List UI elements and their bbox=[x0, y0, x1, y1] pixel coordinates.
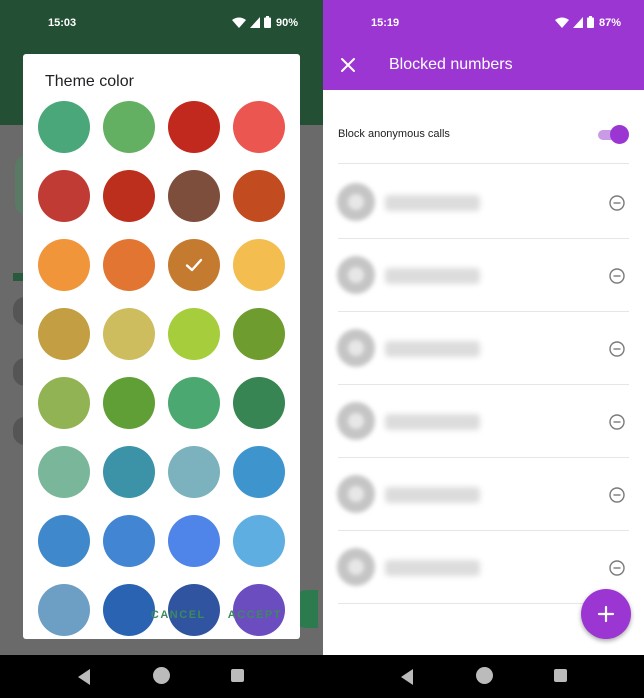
blocked-number-text bbox=[385, 414, 480, 430]
color-swatch[interactable] bbox=[103, 584, 155, 636]
blocked-number-row[interactable] bbox=[323, 457, 644, 530]
wifi-icon bbox=[555, 17, 569, 28]
color-swatch[interactable] bbox=[38, 308, 90, 360]
avatar bbox=[337, 256, 375, 294]
remove-icon[interactable] bbox=[609, 487, 625, 503]
color-swatch[interactable] bbox=[168, 308, 220, 360]
color-swatch[interactable] bbox=[168, 101, 220, 153]
color-swatch[interactable] bbox=[103, 239, 155, 291]
blocked-number-row[interactable] bbox=[323, 311, 644, 384]
status-time: 15:19 bbox=[371, 17, 400, 29]
color-swatch[interactable] bbox=[168, 515, 220, 567]
status-bar: 15:03 90% bbox=[0, 0, 323, 46]
color-swatch[interactable] bbox=[38, 170, 90, 222]
blocked-number-text bbox=[385, 195, 480, 211]
toolbar: 15:19 87% Blocked numbers bbox=[323, 0, 644, 90]
page-title: Blocked numbers bbox=[389, 56, 513, 73]
color-swatch[interactable] bbox=[168, 239, 220, 291]
back-icon[interactable] bbox=[78, 669, 90, 685]
navigation-bar bbox=[323, 655, 644, 698]
recents-icon[interactable] bbox=[231, 669, 244, 682]
color-swatch[interactable] bbox=[168, 446, 220, 498]
blocked-number-text bbox=[385, 560, 480, 576]
blocked-number-row[interactable] bbox=[323, 384, 644, 457]
toggle-thumb bbox=[610, 125, 629, 144]
bg-label bbox=[13, 273, 23, 281]
battery-percent: 90% bbox=[276, 17, 299, 29]
remove-icon[interactable] bbox=[609, 560, 625, 576]
dialog-title: Theme color bbox=[45, 73, 134, 90]
color-swatch[interactable] bbox=[103, 170, 155, 222]
back-icon[interactable] bbox=[401, 669, 413, 685]
color-swatch-grid bbox=[38, 101, 288, 639]
battery-icon bbox=[587, 16, 594, 28]
color-swatch[interactable] bbox=[168, 170, 220, 222]
dialog-actions: CANCEL ACCEPT bbox=[151, 609, 282, 621]
blocked-number-text bbox=[385, 268, 480, 284]
wifi-icon bbox=[232, 17, 246, 28]
color-swatch[interactable] bbox=[38, 239, 90, 291]
color-swatch[interactable] bbox=[168, 377, 220, 429]
color-swatch[interactable] bbox=[38, 101, 90, 153]
avatar bbox=[337, 183, 375, 221]
block-anonymous-label: Block anonymous calls bbox=[338, 128, 450, 140]
status-icons bbox=[555, 16, 594, 28]
remove-icon[interactable] bbox=[609, 268, 625, 284]
color-swatch[interactable] bbox=[233, 101, 285, 153]
color-swatch[interactable] bbox=[233, 515, 285, 567]
blocked-number-row[interactable] bbox=[323, 165, 644, 238]
color-swatch[interactable] bbox=[233, 308, 285, 360]
blocked-number-text bbox=[385, 487, 480, 503]
color-swatch[interactable] bbox=[38, 584, 90, 636]
navigation-bar bbox=[0, 655, 323, 698]
status-icons bbox=[232, 16, 271, 28]
color-swatch[interactable] bbox=[38, 515, 90, 567]
check-icon bbox=[185, 258, 203, 272]
status-bar: 15:19 87% bbox=[323, 0, 644, 46]
avatar bbox=[337, 329, 375, 367]
avatar bbox=[337, 402, 375, 440]
signal-icon bbox=[250, 16, 260, 28]
color-swatch[interactable] bbox=[233, 239, 285, 291]
home-icon[interactable] bbox=[476, 667, 493, 684]
battery-icon bbox=[264, 16, 271, 28]
plus-icon bbox=[597, 605, 615, 623]
color-swatch[interactable] bbox=[38, 377, 90, 429]
signal-icon bbox=[573, 16, 583, 28]
right-screen: 15:19 87% Blocked numbers Block anonymou… bbox=[323, 0, 644, 698]
color-swatch[interactable] bbox=[233, 446, 285, 498]
left-screen: 15:03 90% Theme color CANCEL ACCEPT bbox=[0, 0, 323, 698]
color-swatch[interactable] bbox=[233, 377, 285, 429]
status-time: 15:03 bbox=[48, 17, 77, 29]
cancel-button[interactable]: CANCEL bbox=[151, 609, 206, 621]
theme-color-dialog: Theme color CANCEL ACCEPT bbox=[23, 54, 300, 639]
avatar bbox=[337, 475, 375, 513]
recents-icon[interactable] bbox=[554, 669, 567, 682]
battery-percent: 87% bbox=[599, 17, 622, 29]
block-anonymous-toggle[interactable] bbox=[598, 125, 629, 145]
remove-icon[interactable] bbox=[609, 414, 625, 430]
avatar bbox=[337, 548, 375, 586]
color-swatch[interactable] bbox=[103, 446, 155, 498]
color-swatch[interactable] bbox=[103, 515, 155, 567]
home-icon[interactable] bbox=[153, 667, 170, 684]
divider bbox=[338, 163, 629, 164]
blocked-number-row[interactable] bbox=[323, 238, 644, 311]
color-swatch[interactable] bbox=[233, 170, 285, 222]
close-icon[interactable] bbox=[338, 55, 358, 75]
blocked-number-text bbox=[385, 341, 480, 357]
block-anonymous-row[interactable]: Block anonymous calls bbox=[323, 110, 644, 160]
remove-icon[interactable] bbox=[609, 195, 625, 211]
color-swatch[interactable] bbox=[103, 308, 155, 360]
add-blocked-number-button[interactable] bbox=[581, 589, 631, 639]
remove-icon[interactable] bbox=[609, 341, 625, 357]
color-swatch[interactable] bbox=[103, 101, 155, 153]
accept-button[interactable]: ACCEPT bbox=[228, 609, 282, 621]
color-swatch[interactable] bbox=[38, 446, 90, 498]
color-swatch[interactable] bbox=[103, 377, 155, 429]
